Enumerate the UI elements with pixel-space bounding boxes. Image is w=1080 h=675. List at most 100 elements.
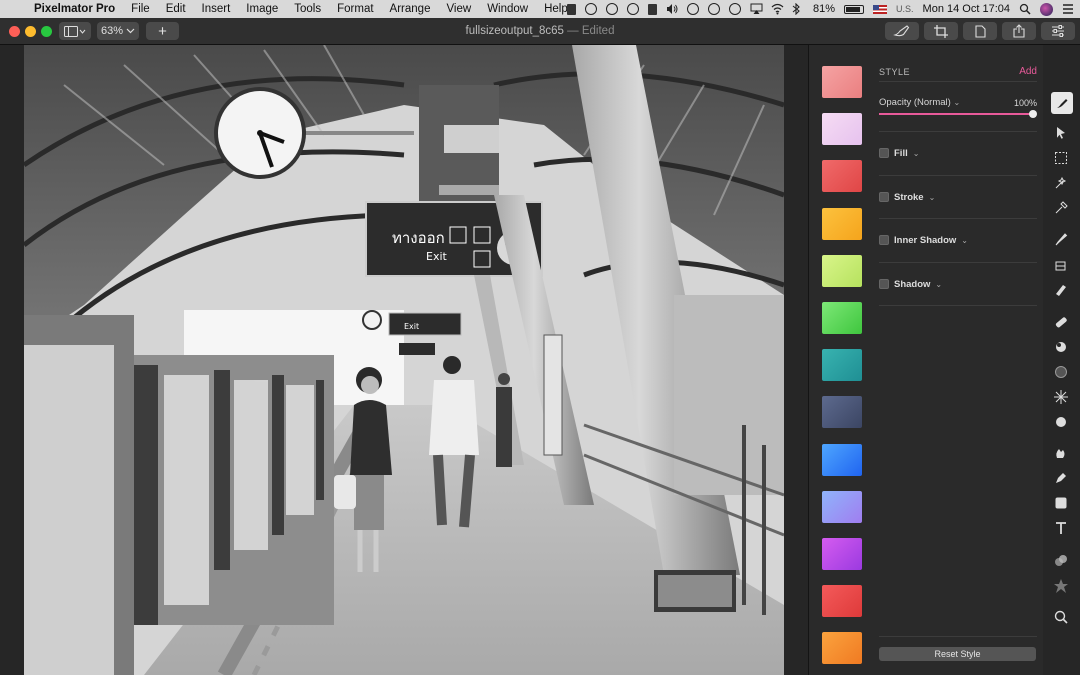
share-icon — [1013, 24, 1025, 38]
siri-icon[interactable] — [1040, 2, 1053, 16]
exit-sign-thai: ทางออก — [392, 229, 445, 247]
chevron-down-icon: ⌄ — [961, 235, 968, 245]
tools-toggle-button[interactable] — [885, 22, 919, 40]
add-layer-button[interactable]: + — [146, 22, 179, 40]
opacity-slider-fill — [879, 113, 1033, 115]
window-toolbar: 63% + fullsizeoutput_8c65 — Edited — [0, 18, 1080, 45]
paint-bucket-icon[interactable] — [1053, 257, 1069, 273]
airplay-icon[interactable] — [750, 3, 763, 15]
share-button[interactable] — [1002, 22, 1036, 40]
eraser-icon[interactable] — [1053, 282, 1069, 298]
menu-format[interactable]: Format — [329, 0, 381, 18]
sponge-icon[interactable] — [1053, 414, 1069, 430]
menu-tools[interactable]: Tools — [286, 0, 329, 18]
wifi-icon[interactable] — [771, 3, 784, 15]
retouch-icon[interactable] — [1053, 314, 1069, 330]
status-app-icon[interactable] — [567, 3, 576, 15]
menu-image[interactable]: Image — [238, 0, 286, 18]
us-flag-icon[interactable] — [873, 4, 888, 14]
stroke-row[interactable]: Stroke ⌄ — [879, 189, 1037, 205]
opacity-blend-menu[interactable]: Opacity (Normal) ⌄ — [879, 97, 960, 108]
clone-icon[interactable] — [1053, 339, 1069, 355]
notification-center-icon[interactable] — [1062, 3, 1074, 15]
menu-window[interactable]: Window — [479, 0, 536, 18]
style-preset-amber[interactable] — [822, 632, 862, 665]
style-preset-salmon[interactable] — [822, 66, 862, 98]
style-preset-red[interactable] — [822, 160, 862, 193]
quick-selection-icon[interactable] — [1053, 175, 1069, 191]
chevron-down-icon: ⌄ — [912, 148, 920, 158]
style-preset-lavender[interactable] — [822, 113, 862, 146]
sharpen-icon[interactable] — [1053, 389, 1069, 405]
menu-edit[interactable]: Edit — [158, 0, 194, 18]
document-name: fullsizeoutput_8c65 — [465, 25, 564, 37]
style-preset-purple[interactable] — [822, 538, 862, 570]
crop-icon — [934, 24, 948, 38]
shadow-row[interactable]: Shadow ⌄ — [879, 276, 1037, 292]
style-preset-navy[interactable] — [822, 396, 862, 429]
status-ghost-icon[interactable] — [708, 3, 720, 15]
menu-view[interactable]: View — [438, 0, 479, 18]
menu-file[interactable]: File — [123, 0, 158, 18]
adjustments-button[interactable] — [1041, 22, 1075, 40]
crop-button[interactable] — [924, 22, 958, 40]
color-adjust-icon[interactable] — [1053, 553, 1069, 569]
inner-shadow-checkbox[interactable] — [879, 235, 889, 245]
shadow-checkbox[interactable] — [879, 279, 889, 289]
style-preset-lime[interactable] — [822, 254, 862, 287]
clock[interactable]: Mon 14 Oct 17:04 — [923, 3, 1010, 15]
fill-row[interactable]: Fill ⌄ — [879, 145, 1037, 161]
status-translate-icon[interactable] — [648, 3, 657, 15]
close-window-button[interactable] — [9, 26, 20, 37]
time-machine-icon[interactable] — [687, 3, 699, 15]
spotlight-search-icon[interactable] — [1019, 3, 1031, 15]
export-button[interactable] — [963, 22, 997, 40]
type-icon[interactable] — [1053, 520, 1069, 536]
style-preset-blue[interactable] — [822, 443, 862, 476]
opacity-value[interactable]: 100% — [1014, 98, 1037, 108]
pen-icon[interactable] — [1053, 470, 1069, 486]
shape-icon[interactable] — [1053, 495, 1069, 511]
status-drive-icon[interactable] — [606, 3, 618, 15]
effects-icon[interactable] — [1053, 578, 1069, 594]
color-selection-icon[interactable] — [1053, 200, 1069, 216]
style-preset-teal[interactable] — [822, 349, 862, 382]
style-preset-periwinkle[interactable] — [822, 490, 862, 523]
arrange-tool-icon[interactable] — [1053, 125, 1069, 141]
style-preset-orange[interactable] — [822, 207, 862, 240]
minimize-window-button[interactable] — [25, 26, 36, 37]
style-preset-crimson[interactable] — [822, 585, 862, 618]
light-painting-icon[interactable] — [1053, 364, 1069, 380]
status-timer-icon[interactable] — [585, 3, 597, 15]
battery-icon[interactable] — [844, 4, 865, 14]
stroke-checkbox[interactable] — [879, 192, 889, 202]
status-accessibility-icon[interactable] — [627, 3, 639, 15]
plus-icon: + — [158, 22, 167, 40]
bluetooth-icon[interactable] — [792, 2, 804, 16]
select-tool-icon[interactable] — [1053, 150, 1069, 166]
fullscreen-window-button[interactable] — [41, 26, 52, 37]
status-spiral-icon[interactable] — [729, 3, 741, 15]
reset-style-button[interactable]: Reset Style — [879, 647, 1036, 661]
zoom-icon[interactable] — [1053, 609, 1069, 625]
opacity-slider[interactable] — [879, 113, 1033, 115]
paint-brush-icon[interactable] — [1053, 232, 1069, 248]
canvas-area[interactable]: ทางออก Exit Exit — [0, 45, 808, 675]
menu-arrange[interactable]: Arrange — [382, 0, 439, 18]
photo-canvas[interactable]: ทางออก Exit Exit — [24, 45, 784, 675]
menu-app-name[interactable]: Pixelmator Pro — [30, 0, 123, 18]
add-style-button[interactable]: Add — [1019, 66, 1037, 77]
inner-shadow-row[interactable]: Inner Shadow ⌄ — [879, 232, 1037, 248]
fill-checkbox[interactable] — [879, 148, 889, 158]
zoom-menu-button[interactable]: 63% — [97, 22, 139, 40]
style-preset-green[interactable] — [822, 302, 862, 334]
stroke-label: Stroke — [894, 191, 924, 203]
style-tool-icon[interactable] — [1051, 92, 1073, 114]
smudge-icon[interactable] — [1053, 445, 1069, 461]
layers-toggle-button[interactable] — [59, 22, 91, 40]
shadow-label: Shadow — [894, 278, 931, 290]
volume-icon[interactable] — [666, 3, 678, 15]
divider — [879, 305, 1037, 306]
menu-insert[interactable]: Insert — [194, 0, 239, 18]
opacity-slider-knob[interactable] — [1029, 110, 1037, 118]
